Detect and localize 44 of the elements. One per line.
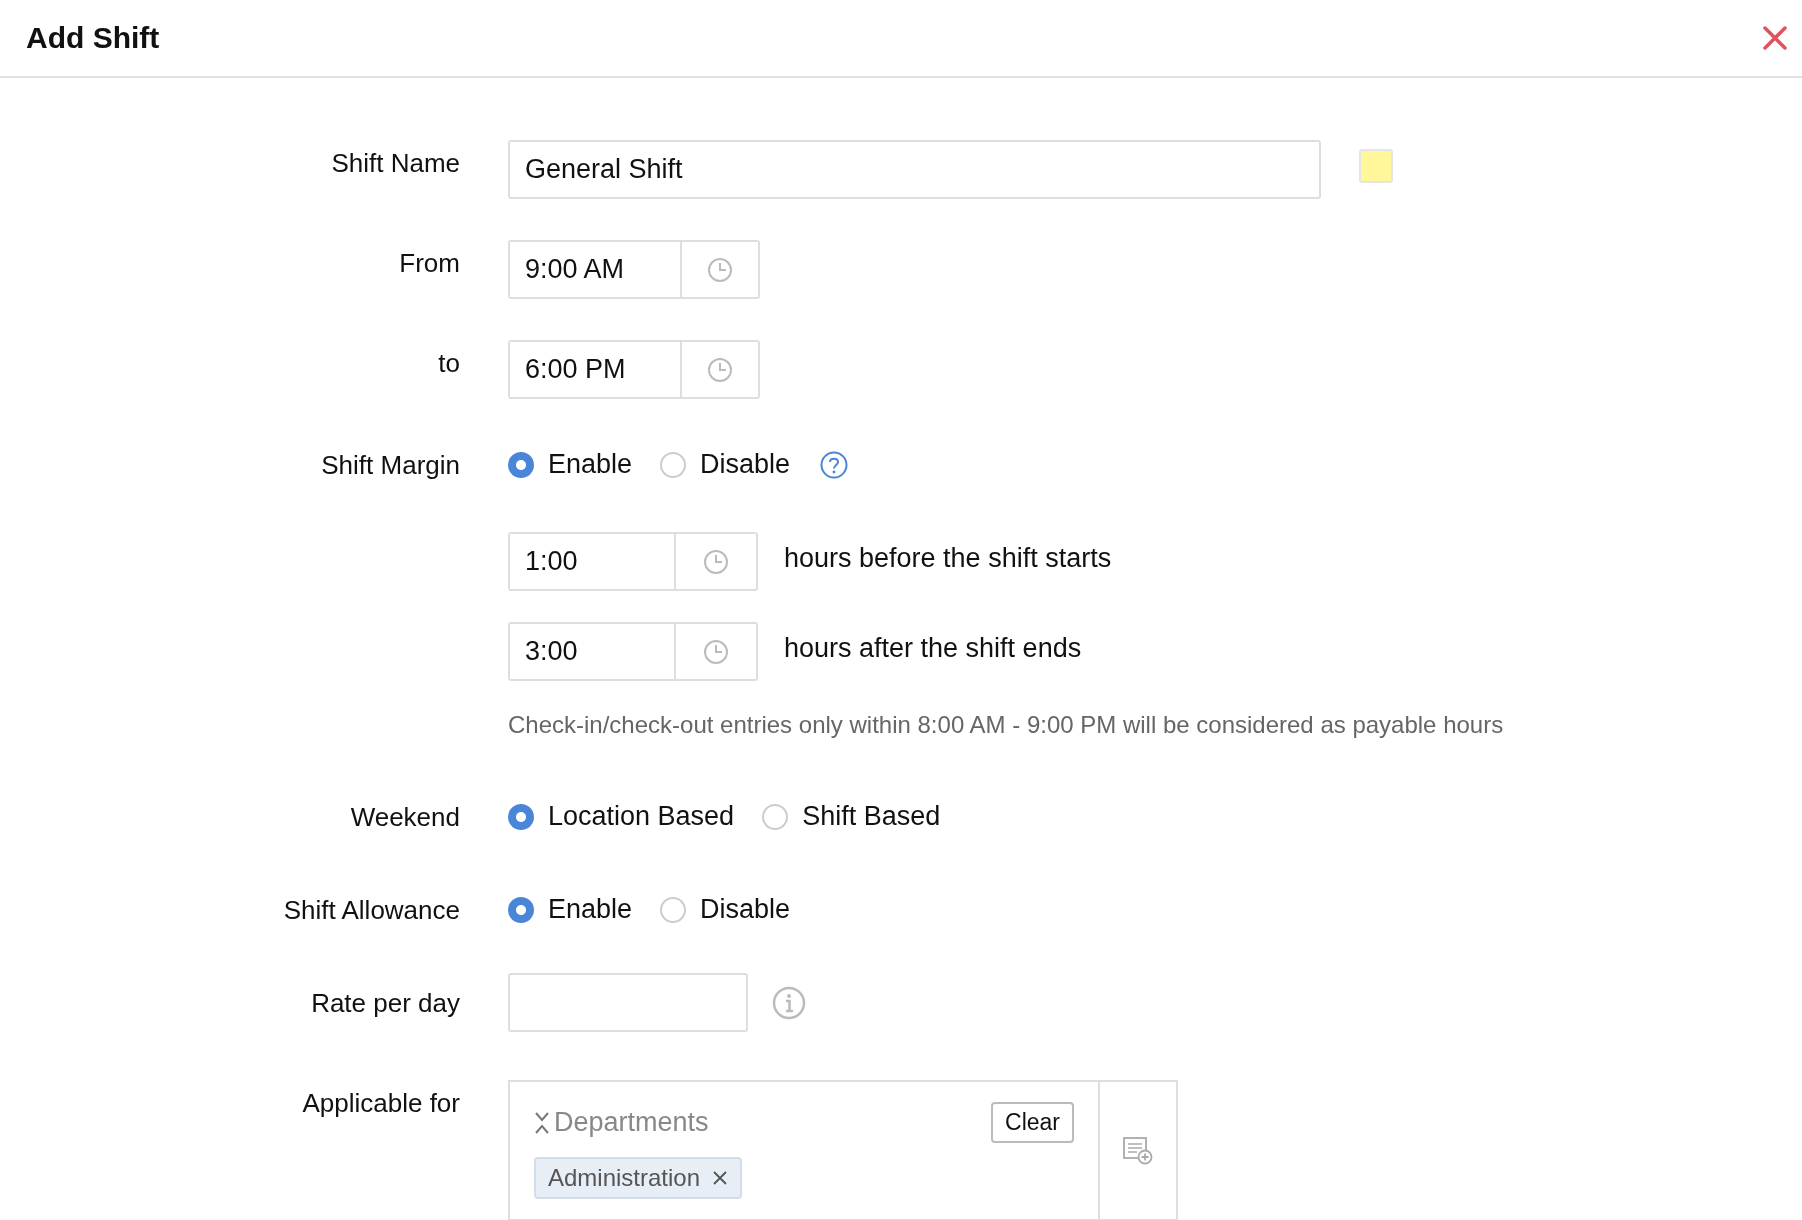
option-label[interactable]: Shift Based — [802, 801, 941, 832]
time-field[interactable]: 6:00 PM — [508, 340, 760, 399]
help-icon[interactable] — [820, 450, 849, 479]
field-label: Shift Margin — [320, 451, 461, 478]
margin-text: hours after the shift ends — [784, 633, 1082, 664]
option-label[interactable]: Enable — [548, 894, 633, 925]
time-field[interactable]: 3:00 — [508, 622, 758, 681]
tag-label: Administration — [548, 1164, 701, 1192]
group-heading: Departments — [554, 1107, 709, 1138]
remove-icon[interactable] — [712, 1170, 729, 1186]
time-field[interactable]: 9:00 AM — [508, 240, 760, 299]
radio-button[interactable] — [660, 451, 687, 478]
clock-icon — [703, 548, 729, 575]
field-label: to — [437, 347, 461, 376]
radio-button[interactable] — [508, 896, 534, 923]
option-label[interactable]: Location Based — [548, 801, 735, 832]
help-text: Check-in/check-out entries only within 8:00 AM - 9:00 PM will be considered as payable hours — [508, 711, 1504, 739]
radio-button[interactable] — [508, 451, 534, 478]
close-icon[interactable] — [1762, 25, 1788, 51]
clock-icon — [707, 356, 733, 383]
field-label: From — [398, 247, 461, 276]
radio-button[interactable] — [762, 803, 789, 830]
option-label[interactable]: Disable — [700, 894, 791, 925]
time-field[interactable]: 1:00 — [508, 532, 758, 591]
add-list-icon[interactable] — [1123, 1136, 1153, 1165]
field-label: Rate per day — [310, 989, 461, 1016]
field-label: Weekend — [349, 803, 461, 830]
collapse-icon[interactable] — [534, 1110, 550, 1135]
option-label[interactable]: Disable — [700, 449, 791, 480]
field-label: Shift Name — [330, 147, 461, 176]
radio-button[interactable] — [660, 896, 687, 923]
clear-button[interactable]: Clear — [991, 1102, 1074, 1143]
shift-name-field[interactable]: General Shift — [508, 140, 1321, 199]
margin-text: hours before the shift starts — [784, 543, 1112, 574]
rate-field[interactable] — [508, 973, 748, 1032]
color-swatch[interactable] — [1359, 148, 1393, 183]
field-label: Shift Allowance — [282, 896, 461, 923]
dialog-title: Add Shift — [26, 21, 160, 55]
clock-icon — [703, 638, 729, 665]
field-label: Applicable for — [301, 1087, 461, 1116]
radio-button[interactable] — [508, 803, 534, 830]
option-label[interactable]: Enable — [548, 449, 633, 480]
clock-icon — [707, 256, 733, 283]
info-icon[interactable] — [772, 985, 806, 1020]
